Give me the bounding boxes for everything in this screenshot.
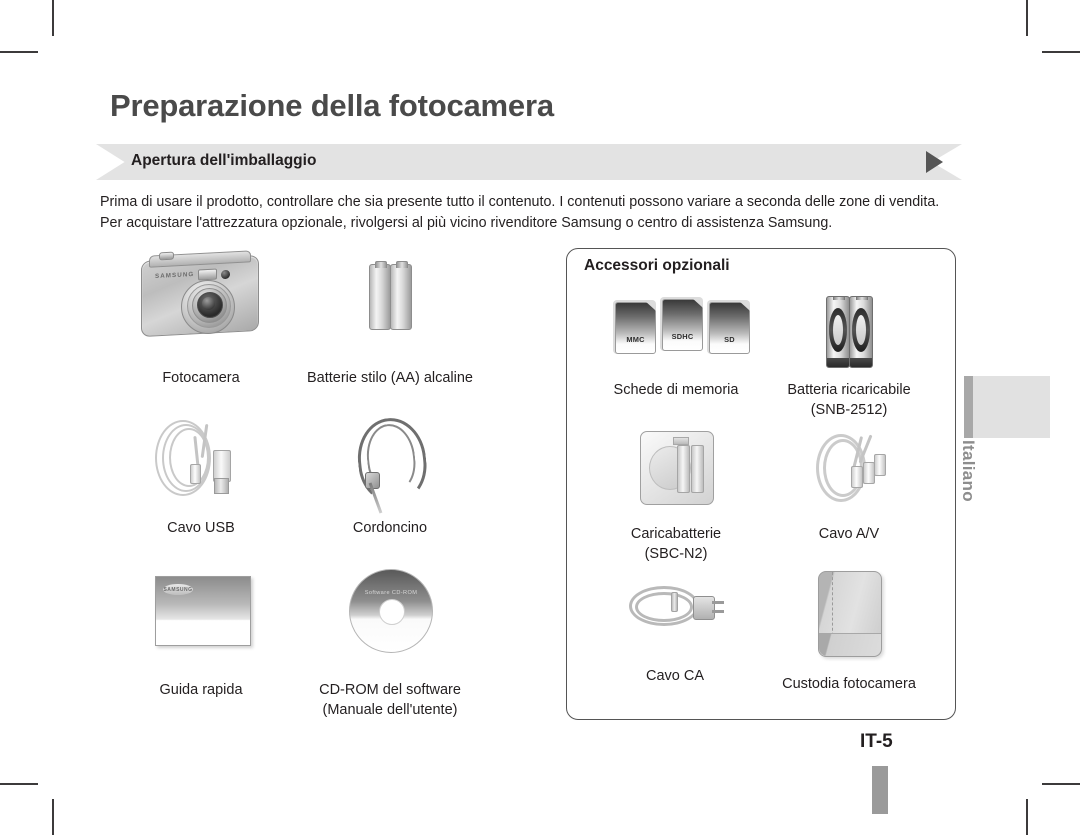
language-tab-box (964, 376, 1050, 438)
item-label-av-cable: Cavo A/V (818, 526, 880, 542)
ac-plug-prong-2 (712, 610, 724, 613)
crop-mark-top-left-vertical (52, 0, 54, 36)
item-label-aa-batteries: Batterie stilo (AA) alcaline (306, 370, 473, 386)
charger-prongs-icon (673, 437, 689, 445)
section-header-label: Apertura dell'imballaggio (131, 152, 317, 169)
item-camera: SAMSUNG Fotocamera (128, 250, 274, 388)
item-label-ac-cable: Cavo CA (645, 668, 705, 684)
item-label-rechargeable-battery: Batteria ricaricabile (787, 382, 911, 398)
item-label-usb-cable: Cavo USB (167, 520, 235, 536)
battery-terminal-icon (833, 297, 845, 300)
crop-mark-top-left-horizontal (0, 51, 38, 53)
camera-lens-glass (202, 297, 215, 310)
shutter-button-icon (159, 251, 174, 261)
ac-plug-prong-1 (712, 601, 724, 604)
charger-battery-slot-2 (691, 445, 704, 493)
battery-charger-illustration (636, 428, 716, 508)
item-battery-charger: Caricabatterie (SBC-N2) (600, 428, 752, 564)
item-aa-batteries: Batterie stilo (AA) alcaline (296, 250, 484, 388)
battery-terminal-icon (375, 261, 387, 268)
item-camera-case: Custodia fotocamera (768, 568, 930, 694)
samsung-logo-icon: SAMSUNG (163, 584, 193, 595)
aa-battery-left (369, 261, 391, 330)
camera-case-body (818, 571, 882, 657)
item-sublabel-cd-rom: (Manuale dell'utente) (322, 702, 458, 718)
cd-disc: Software CD-ROM (349, 569, 433, 653)
item-rechargeable-battery: Batteria ricaricabile (SNB-2512) (768, 292, 930, 420)
av-connector-red (874, 454, 886, 476)
memory-card-sd: SD (709, 302, 750, 354)
crop-mark-bottom-right-vertical (1026, 799, 1028, 835)
optional-accessories-title: Accessori opzionali (584, 257, 730, 274)
charger-battery-slot-1 (677, 445, 690, 493)
crop-mark-top-right-vertical (1026, 0, 1028, 36)
ac-cable-tie (671, 592, 678, 612)
item-ac-cable: Cavo CA (610, 578, 740, 686)
item-sublabel-battery-charger: (SBC-N2) (644, 546, 708, 562)
av-cable-illustration (806, 428, 892, 508)
page-title: Preparazione della fotocamera (110, 88, 554, 123)
memory-card-mmc: MMC (615, 302, 656, 354)
camera-illustration: SAMSUNG (141, 250, 261, 346)
quick-guide-illustration: SAMSUNG (151, 570, 251, 650)
battery-label-band (852, 308, 870, 352)
page-number-bar (872, 766, 888, 814)
memory-cards-illustration: MMC SDHC SD (601, 296, 751, 358)
item-memory-cards: MMC SDHC SD Schede di memoria (588, 296, 764, 400)
battery-base (827, 358, 849, 367)
ac-cable-coil-2 (635, 592, 693, 622)
item-usb-cable: Cavo USB (128, 410, 274, 538)
item-label-camera-case: Custodia fotocamera (782, 676, 916, 692)
memory-card-sdhc: SDHC (662, 299, 703, 351)
camera-case-flap (819, 633, 881, 656)
cd-rom-illustration: Software CD-ROM (345, 566, 435, 654)
aa-battery-right (390, 261, 412, 330)
strap-illustration (340, 410, 440, 514)
page-number: IT-5 (860, 731, 893, 752)
quick-guide-booklet: SAMSUNG (155, 576, 251, 646)
battery-terminal-icon (856, 297, 868, 300)
av-connector-white (851, 466, 863, 488)
manual-page: Preparazione della fotocamera Apertura d… (0, 0, 1080, 835)
language-tab-edge (964, 376, 973, 438)
ac-cable-illustration (623, 578, 727, 640)
crop-mark-bottom-right-horizontal (1042, 783, 1080, 785)
usb-cable-illustration (141, 410, 261, 502)
rechargeable-battery-illustration (821, 292, 877, 368)
aa-batteries-illustration (367, 250, 413, 346)
item-label-quick-guide: Guida rapida (159, 682, 243, 698)
item-label-camera: Fotocamera (162, 370, 240, 386)
item-sublabel-rechargeable-battery: (SNB-2512) (810, 402, 888, 418)
usb-mini-connector (190, 464, 201, 484)
crop-mark-bottom-left-horizontal (0, 783, 38, 785)
play-triangle-icon (926, 151, 943, 173)
item-label-memory-cards: Schede di memoria (613, 382, 739, 398)
rechargeable-battery-left (826, 296, 850, 368)
language-tab-label: Italiano (959, 440, 978, 502)
crop-mark-bottom-left-vertical (52, 799, 54, 835)
intro-paragraph: Prima di usare il prodotto, controllare … (100, 194, 940, 231)
memory-card-label: SDHC (671, 332, 694, 341)
ac-plug-body (693, 596, 715, 620)
item-av-cable: Cavo A/V (788, 428, 910, 544)
item-label-strap: Cordoncino (352, 520, 428, 536)
memory-card-label: MMC (626, 335, 645, 344)
battery-base (850, 358, 872, 367)
usb-connector-metal (214, 478, 229, 494)
camera-flash (198, 268, 217, 281)
rechargeable-battery-right (849, 296, 873, 368)
item-cd-rom: Software CD-ROM CD-ROM del software (Man… (304, 566, 476, 720)
item-label-cd-rom: CD-ROM del software (319, 682, 461, 698)
charger-body (640, 431, 714, 505)
cd-center-hole (379, 599, 405, 625)
item-quick-guide: SAMSUNG Guida rapida (128, 570, 274, 700)
battery-label-band (829, 308, 847, 352)
item-label-battery-charger: Caricabatterie (630, 526, 722, 542)
cd-disc-label: Software CD-ROM (364, 590, 418, 596)
camera-case-illustration (814, 568, 884, 660)
item-strap: Cordoncino (316, 410, 464, 538)
battery-terminal-icon (396, 261, 408, 268)
crop-mark-top-right-horizontal (1042, 51, 1080, 53)
memory-card-label: SD (724, 335, 735, 344)
